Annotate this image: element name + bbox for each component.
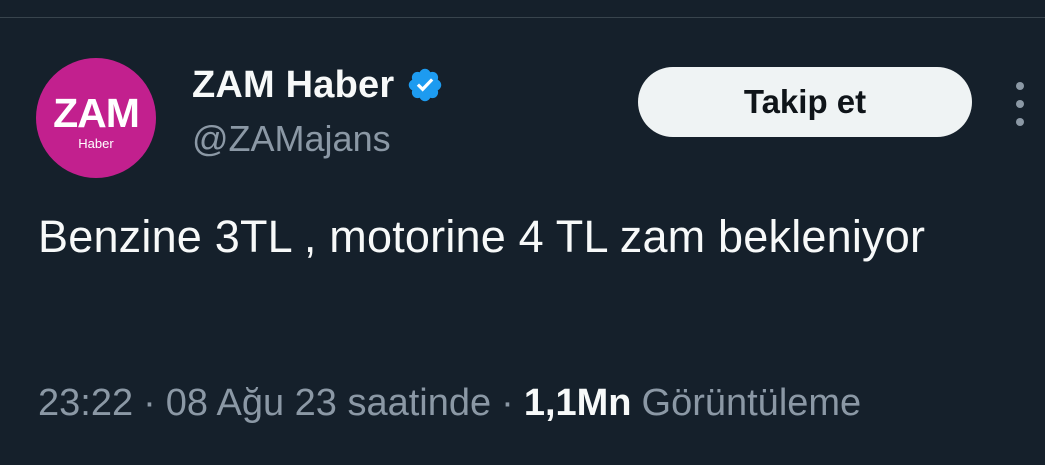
more-dot bbox=[1016, 82, 1024, 90]
more-vertical-icon[interactable] bbox=[1006, 82, 1034, 126]
follow-button[interactable]: Takip et bbox=[638, 67, 972, 137]
author-display-name[interactable]: ZAM Haber bbox=[192, 64, 394, 107]
avatar-logo-subtext: Haber bbox=[78, 135, 114, 151]
avatar[interactable]: ZAM Haber bbox=[36, 58, 156, 178]
tweet-text: Benzine 3TL , motorine 4 TL zam bekleniy… bbox=[38, 211, 926, 262]
top-divider bbox=[0, 17, 1045, 18]
author-handle[interactable]: @ZAMajans bbox=[192, 118, 391, 160]
more-dot bbox=[1016, 100, 1024, 108]
tweet-meta: 23:22 · 08 Ağu 23 saatinde · 1,1Mn Görün… bbox=[38, 382, 861, 425]
views-count: 1,1Mn bbox=[523, 382, 632, 424]
meta-separator: · bbox=[501, 382, 514, 424]
views-label: Görüntüleme bbox=[641, 382, 862, 424]
meta-separator: · bbox=[143, 382, 156, 424]
verified-badge-icon[interactable] bbox=[406, 66, 444, 104]
tweet-time[interactable]: 23:22 bbox=[38, 382, 133, 425]
avatar-logo-text: ZAM bbox=[53, 89, 140, 136]
more-dot bbox=[1016, 118, 1024, 126]
author-name-row: ZAM Haber bbox=[192, 62, 444, 108]
tweet-date[interactable]: 08 Ağu 23 saatinde bbox=[166, 382, 491, 425]
